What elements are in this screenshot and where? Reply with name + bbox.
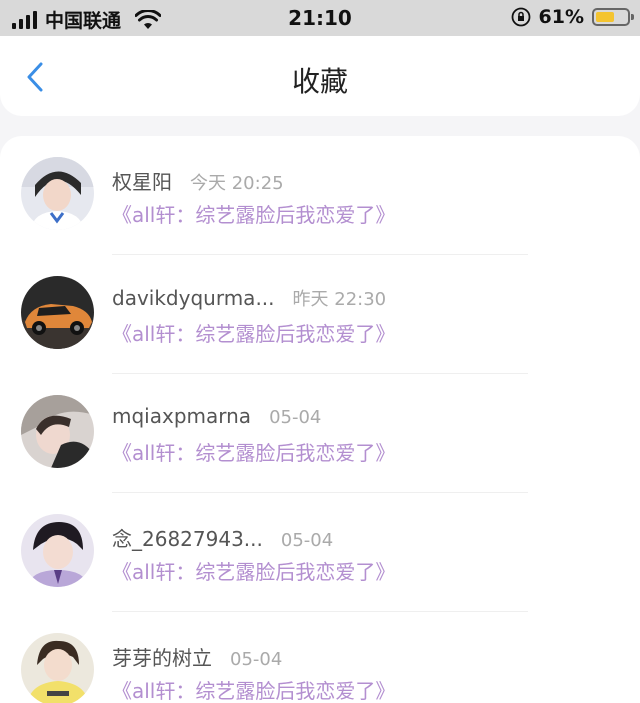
user-name[interactable]: mqiaxpmarna <box>112 404 251 428</box>
item-time: 今天 20:25 <box>190 173 284 194</box>
collection-title[interactable]: 《all轩：综艺露脸后我恋爱了》 <box>112 318 395 347</box>
avatar[interactable] <box>21 514 94 587</box>
battery-icon <box>592 8 634 26</box>
list-item[interactable]: davikdyqurma... 昨天 22:30 《all轩：综艺露脸后我恋爱了… <box>0 255 640 374</box>
item-header: 念_26827943... 05-04 <box>112 523 333 552</box>
favorites-list: 权星阳 今天 20:25 《all轩：综艺露脸后我恋爱了》 davikdyqur… <box>0 136 640 703</box>
list-item[interactable]: 权星阳 今天 20:25 《all轩：综艺露脸后我恋爱了》 <box>0 136 640 255</box>
list-item[interactable]: 念_26827943... 05-04 《all轩：综艺露脸后我恋爱了》 <box>0 493 640 612</box>
item-time: 05-04 <box>230 649 283 670</box>
user-name[interactable]: 权星阳 <box>112 166 172 195</box>
collection-title[interactable]: 《all轩：综艺露脸后我恋爱了》 <box>112 199 395 228</box>
avatar[interactable] <box>21 395 94 468</box>
battery-level <box>596 12 614 22</box>
orientation-lock-icon <box>511 7 530 27</box>
list-item[interactable]: 芽芽的树立 05-04 《all轩：综艺露脸后我恋爱了》 <box>0 612 640 703</box>
user-name[interactable]: 芽芽的树立 <box>112 642 212 671</box>
collection-title[interactable]: 《all轩：综艺露脸后我恋爱了》 <box>112 437 395 466</box>
item-time: 昨天 22:30 <box>292 289 387 310</box>
item-header: mqiaxpmarna 05-04 <box>112 404 321 428</box>
collection-title[interactable]: 《all轩：综艺露脸后我恋爱了》 <box>112 675 395 703</box>
user-name[interactable]: davikdyqurma... <box>112 286 275 310</box>
avatar[interactable] <box>21 157 94 230</box>
status-right: 61% <box>511 6 634 28</box>
item-header: davikdyqurma... 昨天 22:30 <box>112 285 386 311</box>
screen: 中国联通 21:10 61% 收藏 权星阳 今天 20:25 《all轩：综艺露… <box>0 0 640 703</box>
page-title: 收藏 <box>291 65 348 98</box>
avatar[interactable] <box>21 276 94 349</box>
avatar[interactable] <box>21 633 94 703</box>
battery-percent: 61% <box>538 6 584 28</box>
item-header: 芽芽的树立 05-04 <box>112 642 282 671</box>
nav-header: 收藏 <box>0 36 640 116</box>
list-item[interactable]: mqiaxpmarna 05-04 《all轩：综艺露脸后我恋爱了》 <box>0 374 640 493</box>
collection-title[interactable]: 《all轩：综艺露脸后我恋爱了》 <box>112 556 395 585</box>
item-time: 05-04 <box>269 407 322 428</box>
user-name[interactable]: 念_26827943... <box>112 523 263 552</box>
item-header: 权星阳 今天 20:25 <box>112 166 284 195</box>
item-time: 05-04 <box>280 530 334 551</box>
status-bar: 中国联通 21:10 61% <box>0 0 640 36</box>
